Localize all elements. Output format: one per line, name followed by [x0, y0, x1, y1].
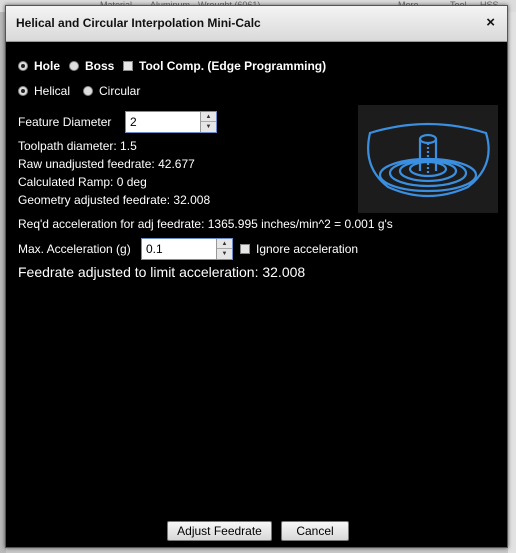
calculated-ramp-text: Calculated Ramp: 0 deg — [18, 175, 147, 189]
chevron-up-icon[interactable]: ▲ — [201, 112, 216, 122]
feature-diameter-spin-buttons: ▲ ▼ — [200, 112, 216, 132]
helical-radio[interactable] — [18, 86, 28, 96]
close-icon[interactable]: × — [486, 14, 495, 31]
background-right-edge — [508, 12, 516, 553]
max-acceleration-label: Max. Acceleration (g) — [18, 242, 131, 256]
feature-diameter-input[interactable] — [126, 112, 202, 132]
chevron-down-icon[interactable]: ▼ — [201, 122, 216, 132]
toolpath-diameter-text: Toolpath diameter: 1.5 — [18, 139, 137, 153]
boss-radio-label[interactable]: Boss — [85, 59, 114, 73]
max-acceleration-spinner[interactable]: ▲ ▼ — [141, 238, 233, 260]
helix-drawing — [367, 122, 490, 198]
circular-radio-label[interactable]: Circular — [99, 84, 140, 98]
cancel-button[interactable]: Cancel — [281, 521, 349, 541]
geometry-feedrate-text: Geometry adjusted feedrate: 32.008 — [18, 193, 211, 207]
helical-toolpath-preview — [358, 105, 498, 213]
dialog-titlebar[interactable]: Helical and Circular Interpolation Mini-… — [6, 6, 507, 42]
hole-radio[interactable] — [18, 61, 28, 71]
tool-comp-checkbox[interactable] — [123, 61, 133, 71]
adjust-feedrate-button[interactable]: Adjust Feedrate — [167, 521, 272, 541]
chevron-up-icon[interactable]: ▲ — [217, 239, 232, 249]
raw-feedrate-text: Raw unadjusted feedrate: 42.677 — [18, 157, 195, 171]
tool-comp-label[interactable]: Tool Comp. (Edge Programming) — [139, 59, 326, 73]
preview-tool-top — [418, 133, 438, 145]
max-acceleration-spin-buttons: ▲ ▼ — [216, 239, 232, 259]
dialog-content: Hole Boss Tool Comp. (Edge Programming) … — [6, 42, 507, 547]
ignore-acceleration-label[interactable]: Ignore acceleration — [256, 242, 358, 256]
reqd-acceleration-text: Req'd acceleration for adj feedrate: 136… — [18, 217, 393, 231]
feature-diameter-label: Feature Diameter — [18, 115, 112, 129]
feedrate-adjusted-message: Feedrate adjusted to limit acceleration:… — [18, 264, 306, 280]
dialog-title: Helical and Circular Interpolation Mini-… — [16, 16, 261, 30]
max-acceleration-input[interactable] — [142, 239, 218, 259]
helical-minicalc-dialog: Helical and Circular Interpolation Mini-… — [5, 5, 508, 548]
chevron-down-icon[interactable]: ▼ — [217, 249, 232, 259]
helical-radio-label[interactable]: Helical — [34, 84, 70, 98]
feature-diameter-spinner[interactable]: ▲ ▼ — [125, 111, 217, 133]
ignore-acceleration-checkbox[interactable] — [240, 244, 250, 254]
boss-radio[interactable] — [69, 61, 79, 71]
circular-radio[interactable] — [83, 86, 93, 96]
hole-radio-label[interactable]: Hole — [34, 59, 60, 73]
